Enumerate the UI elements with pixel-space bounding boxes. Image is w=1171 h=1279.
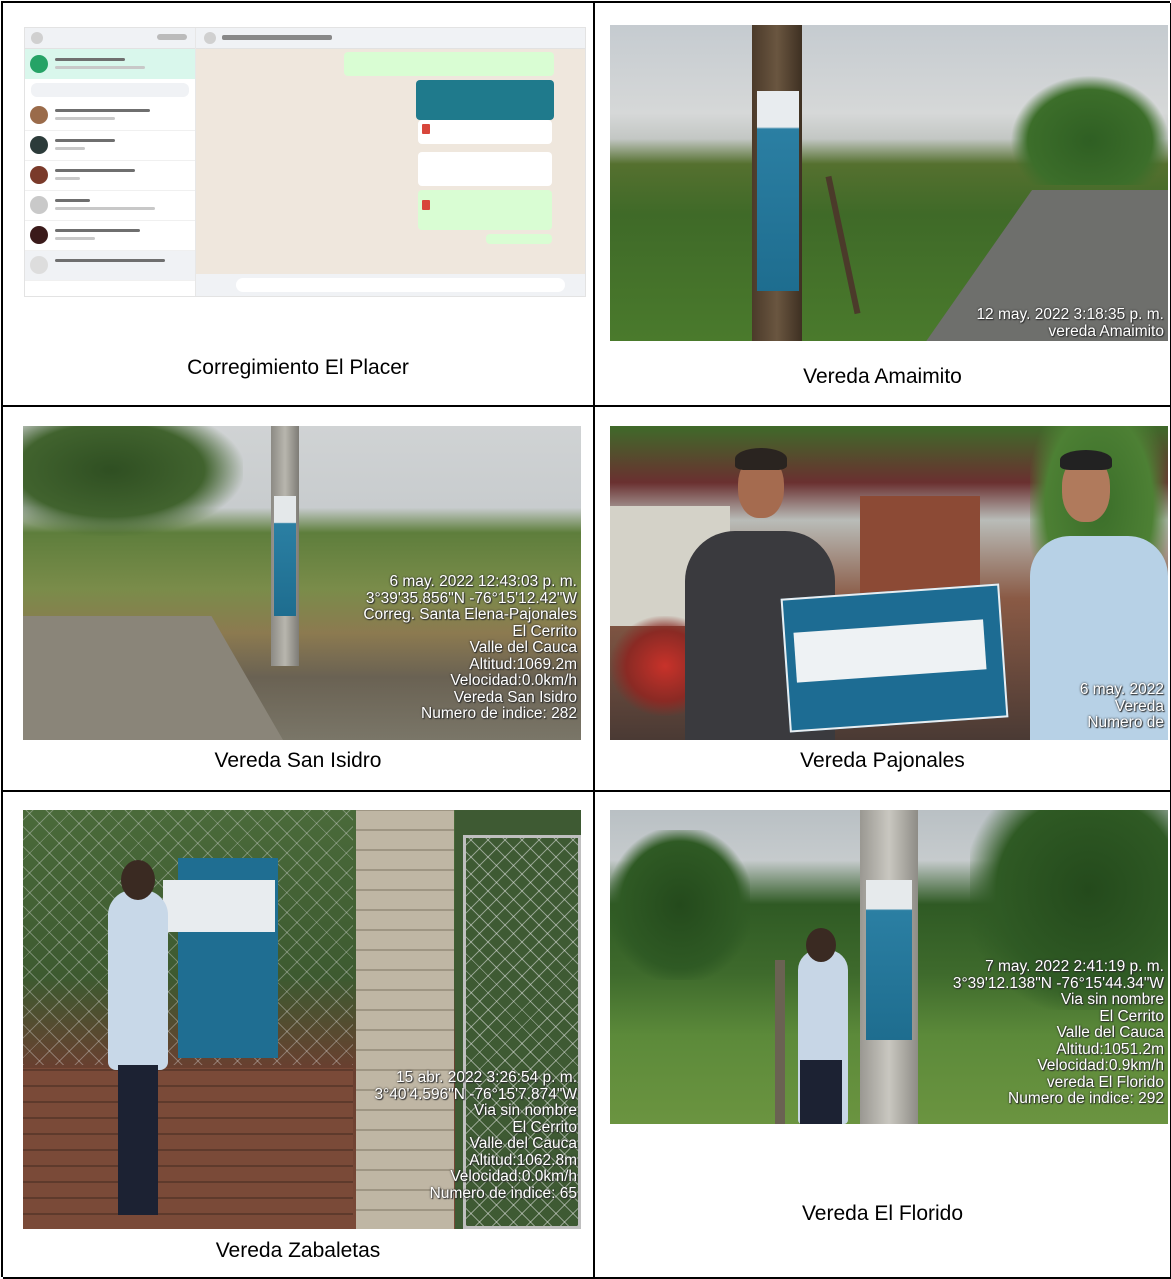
photo-pajonales: 6 may. 2022 Vereda Numero de [610, 426, 1168, 740]
caption-san-isidro: Vereda San Isidro [214, 749, 382, 772]
stamp-san-isidro: 6 may. 2022 12:43:03 p. m. 3°39'35.856"N… [363, 573, 577, 722]
photo-zabaletas: 15 abr. 2022 3:26:54 p. m. 3°40'4.596"N … [23, 810, 581, 1229]
cell-pajonales: 6 may. 2022 Vereda Numero de Vereda Pajo… [595, 407, 1171, 792]
chat-list-panel [25, 28, 196, 296]
chat-panel [196, 28, 585, 296]
photo-amaimito: 12 may. 2022 3:18:35 p. m. vereda Amaimi… [610, 25, 1168, 341]
photo-san-isidro: 6 may. 2022 12:43:03 p. m. 3°39'35.856"N… [23, 426, 581, 740]
cell-san-isidro: 6 may. 2022 12:43:03 p. m. 3°39'35.856"N… [3, 407, 595, 792]
cell-el-florido: 7 may. 2022 2:41:19 p. m. 3°39'12.138"N … [595, 792, 1171, 1279]
stamp-pajonales: 6 may. 2022 Vereda Numero de [1079, 681, 1164, 731]
caption-el-placer: Corregimiento El Placer [187, 356, 409, 379]
stamp-amaimito: 12 may. 2022 3:18:35 p. m. vereda Amaimi… [976, 306, 1164, 340]
photo-table: Corregimiento El Placer 12 may. 2022 3:1… [1, 1, 1171, 1279]
caption-el-florido: Vereda El Florido [801, 1202, 964, 1225]
whatsapp-screenshot [24, 27, 586, 297]
caption-pajonales: Vereda Pajonales [800, 749, 965, 772]
cell-el-placer: Corregimiento El Placer [3, 3, 595, 407]
stamp-zabaletas: 15 abr. 2022 3:26:54 p. m. 3°40'4.596"N … [374, 1069, 577, 1202]
caption-amaimito: Vereda Amaimito [803, 365, 962, 388]
cell-zabaletas: 15 abr. 2022 3:26:54 p. m. 3°40'4.596"N … [3, 792, 595, 1279]
cell-amaimito: 12 may. 2022 3:18:35 p. m. vereda Amaimi… [595, 3, 1171, 407]
stamp-el-florido: 7 may. 2022 2:41:19 p. m. 3°39'12.138"N … [952, 958, 1164, 1107]
photo-el-florido: 7 may. 2022 2:41:19 p. m. 3°39'12.138"N … [610, 810, 1168, 1124]
caption-zabaletas: Vereda Zabaletas [215, 1239, 381, 1262]
